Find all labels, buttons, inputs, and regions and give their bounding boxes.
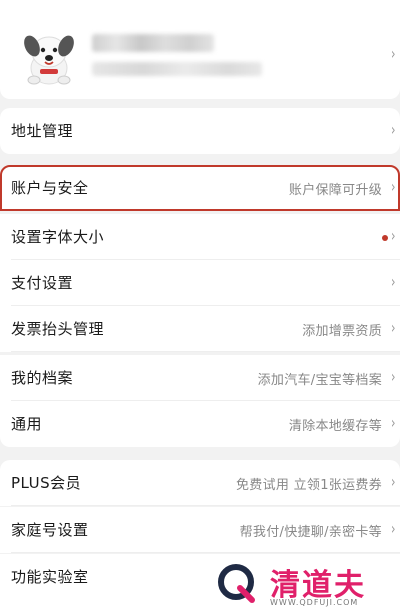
menu-item-account-security[interactable]: 账户与安全 账户保障可升级 › (0, 165, 400, 211)
menu-item-invoice-title[interactable]: 发票抬头管理 添加增票资质 › (0, 306, 400, 352)
chevron-right-icon: › (390, 519, 396, 538)
menu-item-value: 账户保障可升级 (288, 183, 382, 198)
menu-item-value: 清除本地缓存等 (288, 419, 382, 434)
chevron-right-icon: › (390, 413, 396, 432)
chevron-right-icon: › (390, 177, 396, 196)
watermark-url: WWW.QDFUJI.COM (270, 598, 359, 607)
menu-item-general[interactable]: 通用 清除本地缓存等 › (0, 401, 400, 447)
chevron-right-icon: › (390, 226, 396, 245)
chevron-right-icon: › (390, 472, 396, 491)
watermark-logo-icon (218, 564, 255, 603)
menu-item-label: 地址管理 (11, 122, 74, 140)
menu-item-label: 功能实验室 (11, 568, 89, 586)
menu-item-label: 通用 (11, 415, 43, 433)
profile-header[interactable]: › (0, 0, 400, 99)
chevron-right-icon: › (390, 367, 396, 386)
menu-item-value: 添加增票资质 (302, 324, 382, 339)
watermark: 清道夫 WWW.QDFUJI.COM (214, 560, 394, 608)
chevron-right-icon: › (390, 44, 396, 63)
menu-item-payment-settings[interactable]: 支付设置 › (0, 260, 400, 306)
menu-item-label: 设置字体大小 (11, 228, 105, 246)
menu-item-font-size[interactable]: 设置字体大小 › (0, 214, 400, 260)
menu-item-plus-membership[interactable]: PLUS会员 免费试用 立领1张运费券 › (0, 460, 400, 506)
divider (11, 351, 400, 352)
menu-item-label: 发票抬头管理 (11, 320, 105, 338)
dog-mascot-icon (24, 35, 74, 85)
menu-item-label: 支付设置 (11, 274, 74, 292)
menu-item-address[interactable]: 地址管理 › (0, 108, 400, 154)
menu-item-value: 添加汽车/宝宝等档案 (257, 373, 382, 388)
notification-dot-icon (382, 235, 388, 241)
divider (11, 505, 400, 506)
chevron-right-icon: › (390, 318, 396, 337)
menu-item-my-profile[interactable]: 我的档案 添加汽车/宝宝等档案 › (0, 355, 400, 401)
menu-item-family-account[interactable]: 家庭号设置 帮我付/快捷聊/亲密卡等 › (0, 507, 400, 553)
chevron-right-icon: › (390, 120, 396, 139)
divider (11, 552, 400, 553)
menu-item-label: 我的档案 (11, 369, 74, 387)
menu-item-value: 免费试用 立领1张运费券 (235, 478, 382, 493)
avatar[interactable] (18, 28, 80, 90)
profile-name (92, 34, 214, 52)
menu-item-value: 帮我付/快捷聊/亲密卡等 (239, 525, 382, 540)
chevron-right-icon: › (390, 272, 396, 291)
profile-subtitle (92, 62, 262, 76)
menu-item-label: 家庭号设置 (11, 521, 89, 539)
menu-item-label: PLUS会员 (11, 474, 82, 492)
menu-item-label: 账户与安全 (11, 179, 89, 197)
